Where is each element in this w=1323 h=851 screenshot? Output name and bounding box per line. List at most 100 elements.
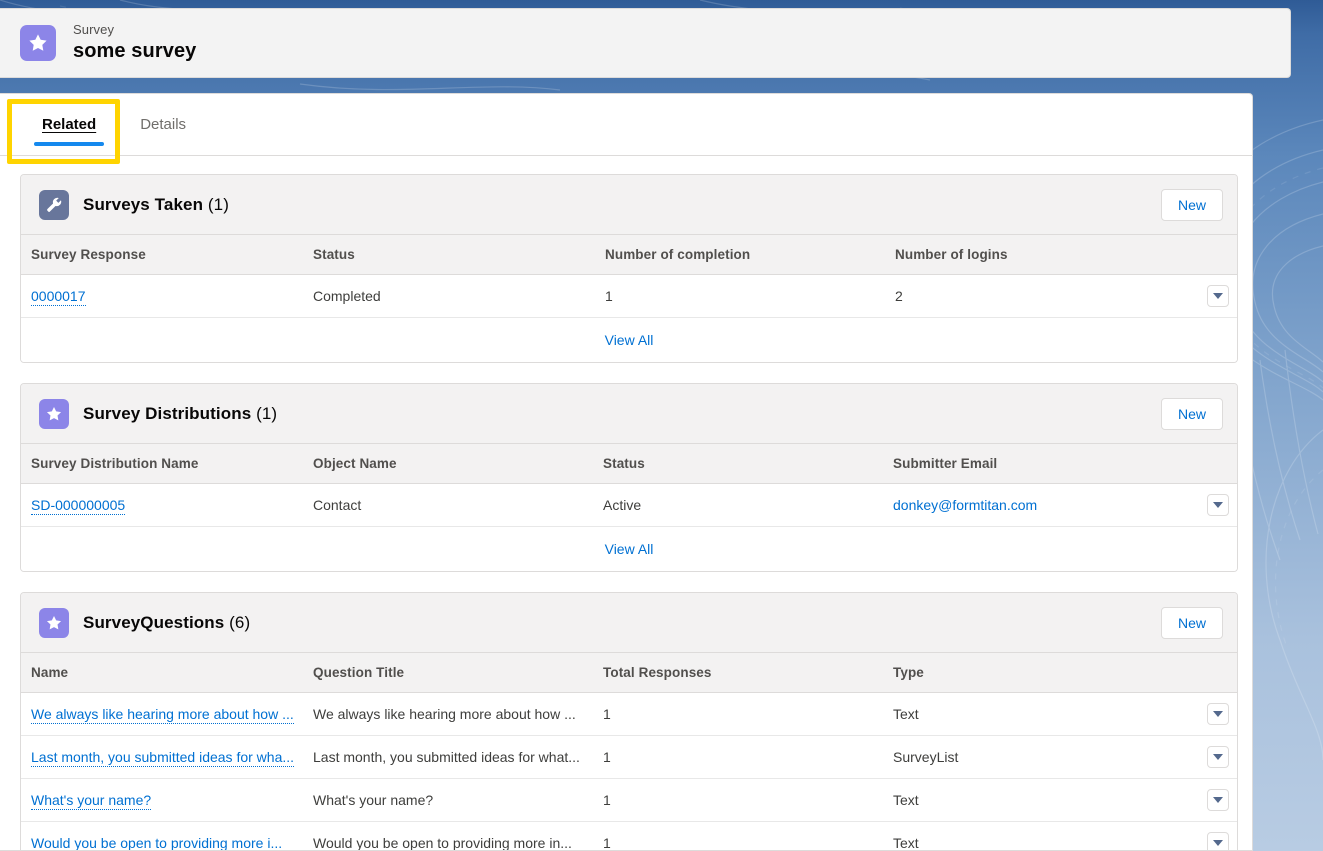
record-header: Survey some survey (0, 8, 1291, 78)
column-header-actions (1065, 653, 1237, 693)
new-button[interactable]: New (1161, 397, 1223, 430)
table-cell: 1 (603, 778, 893, 822)
table-row: 0000017 Completed 1 2 (21, 274, 1237, 318)
column-header[interactable]: Status (313, 235, 605, 275)
page-title: some survey (73, 39, 197, 62)
new-button[interactable]: New (1161, 606, 1223, 639)
star-icon (39, 398, 69, 429)
record-link[interactable]: donkey@formtitan.com (893, 497, 1037, 514)
related-list-table: Name Question Title Total Responses Type We … (21, 653, 1237, 850)
related-list-table: Survey Response Status Number of completio… (21, 235, 1237, 318)
column-header-actions (1065, 444, 1237, 484)
star-icon (39, 607, 69, 638)
column-header[interactable]: Type (893, 653, 1065, 693)
chevron-down-icon (1213, 711, 1223, 717)
row-actions-chevron-down-icon[interactable] (1207, 789, 1229, 811)
table-cell: We always like hearing more about how ..… (313, 692, 603, 736)
record-link[interactable]: Last month, you submitted ideas for wha.… (31, 749, 295, 767)
table-header-row: Survey Response Status Number of completio… (21, 235, 1237, 275)
column-header[interactable]: Question Title (313, 653, 603, 693)
table-cell: We always like hearing more about how ..… (21, 692, 313, 736)
table-cell: Text (893, 821, 1065, 850)
table-cell: Completed (313, 274, 605, 318)
row-actions-cell (1065, 692, 1237, 736)
related-list-card: Survey Distributions (1) New Survey Distri… (20, 383, 1238, 572)
table-cell: Text (893, 778, 1065, 822)
related-list-title-text: SurveyQuestions (83, 612, 225, 632)
row-actions-cell (1065, 483, 1237, 527)
row-actions-cell (1065, 821, 1237, 850)
chevron-down-icon (1213, 797, 1223, 803)
table-header-row: Survey Distribution Name Object Name Statu… (21, 444, 1237, 484)
related-list-table: Survey Distribution Name Object Name Statu… (21, 444, 1237, 527)
row-actions-chevron-down-icon[interactable] (1207, 494, 1229, 516)
star-icon (20, 25, 56, 61)
column-header[interactable]: Survey Distribution Name (21, 444, 313, 484)
chevron-down-icon (1213, 754, 1223, 760)
view-all-link[interactable]: View All (605, 332, 654, 348)
table-row: SD-000000005 Contact Active donkey@formtita… (21, 483, 1237, 527)
table-cell: Last month, you submitted ideas for wha.… (21, 735, 313, 779)
table-cell: donkey@formtitan.com (893, 483, 1065, 527)
row-actions-cell (1065, 778, 1237, 822)
related-list-title-text: Surveys Taken (83, 194, 204, 214)
row-actions-cell (1065, 735, 1237, 779)
row-actions-cell (1066, 274, 1237, 318)
column-header[interactable]: Survey Response (21, 235, 313, 275)
tab-details-label: Details (140, 116, 187, 133)
table-cell: Text (893, 692, 1065, 736)
related-list-title: Survey Distributions (1) (83, 404, 277, 424)
view-all-link[interactable]: View All (605, 541, 654, 557)
record-link[interactable]: SD-000000005 (31, 497, 126, 515)
column-header[interactable]: Number of completion (605, 235, 895, 275)
chevron-down-icon (1213, 293, 1223, 299)
related-lists-container: Surveys Taken (1) New Survey Response Statu… (0, 156, 1252, 850)
tab-related[interactable]: Related (20, 94, 118, 155)
related-list-title: SurveyQuestions (6) (83, 613, 250, 633)
chevron-down-icon (1213, 840, 1223, 846)
related-list-title: Surveys Taken (1) (83, 195, 229, 215)
related-list-card: Surveys Taken (1) New Survey Response Statu… (20, 174, 1238, 363)
related-list-footer: View All (21, 318, 1237, 362)
tab-details[interactable]: Details (118, 94, 208, 155)
related-list-count: (1) (251, 403, 278, 423)
chevron-down-icon (1213, 502, 1223, 508)
row-actions-chevron-down-icon[interactable] (1207, 285, 1229, 307)
record-link[interactable]: 0000017 (31, 288, 86, 306)
content-panel: Related Details Surveys Taken (1) New Surv… (0, 93, 1253, 851)
related-list-footer: View All (21, 527, 1237, 571)
table-cell: SD-000000005 (21, 483, 313, 527)
table-cell: Would you be open to providing more in..… (313, 821, 603, 850)
column-header[interactable]: Total Responses (603, 653, 893, 693)
table-row: What's your name? What's your name? 1 Text (21, 778, 1237, 822)
table-cell: What's your name? (21, 778, 313, 822)
table-row: We always like hearing more about how ..… (21, 692, 1237, 736)
related-list-header: Survey Distributions (1) New (21, 384, 1237, 444)
table-cell: 1 (603, 735, 893, 779)
table-cell: SurveyList (893, 735, 1065, 779)
table-cell: 0000017 (21, 274, 313, 318)
row-actions-chevron-down-icon[interactable] (1207, 746, 1229, 768)
related-list-header: SurveyQuestions (6) New (21, 593, 1237, 653)
table-cell: What's your name? (313, 778, 603, 822)
table-cell: 2 (895, 274, 1066, 318)
table-header-row: Name Question Title Total Responses Type (21, 653, 1237, 693)
wrench-icon (39, 189, 69, 220)
column-header[interactable]: Submitter Email (893, 444, 1065, 484)
column-header[interactable]: Name (21, 653, 313, 693)
row-actions-chevron-down-icon[interactable] (1207, 703, 1229, 725)
record-link[interactable]: Would you be open to providing more i... (31, 835, 283, 850)
table-cell: 1 (603, 821, 893, 850)
table-row: Last month, you submitted ideas for wha.… (21, 735, 1237, 779)
new-button[interactable]: New (1161, 188, 1223, 221)
related-list-count: (6) (224, 612, 251, 632)
related-list-title-text: Survey Distributions (83, 403, 252, 423)
record-link[interactable]: What's your name? (31, 792, 152, 810)
row-actions-chevron-down-icon[interactable] (1207, 832, 1229, 850)
column-header[interactable]: Object Name (313, 444, 603, 484)
record-object-label: Survey (73, 22, 115, 38)
column-header[interactable]: Number of logins (895, 235, 1066, 275)
record-link[interactable]: We always like hearing more about how ..… (31, 706, 294, 724)
column-header[interactable]: Status (603, 444, 893, 484)
related-list-header: Surveys Taken (1) New (21, 175, 1237, 235)
